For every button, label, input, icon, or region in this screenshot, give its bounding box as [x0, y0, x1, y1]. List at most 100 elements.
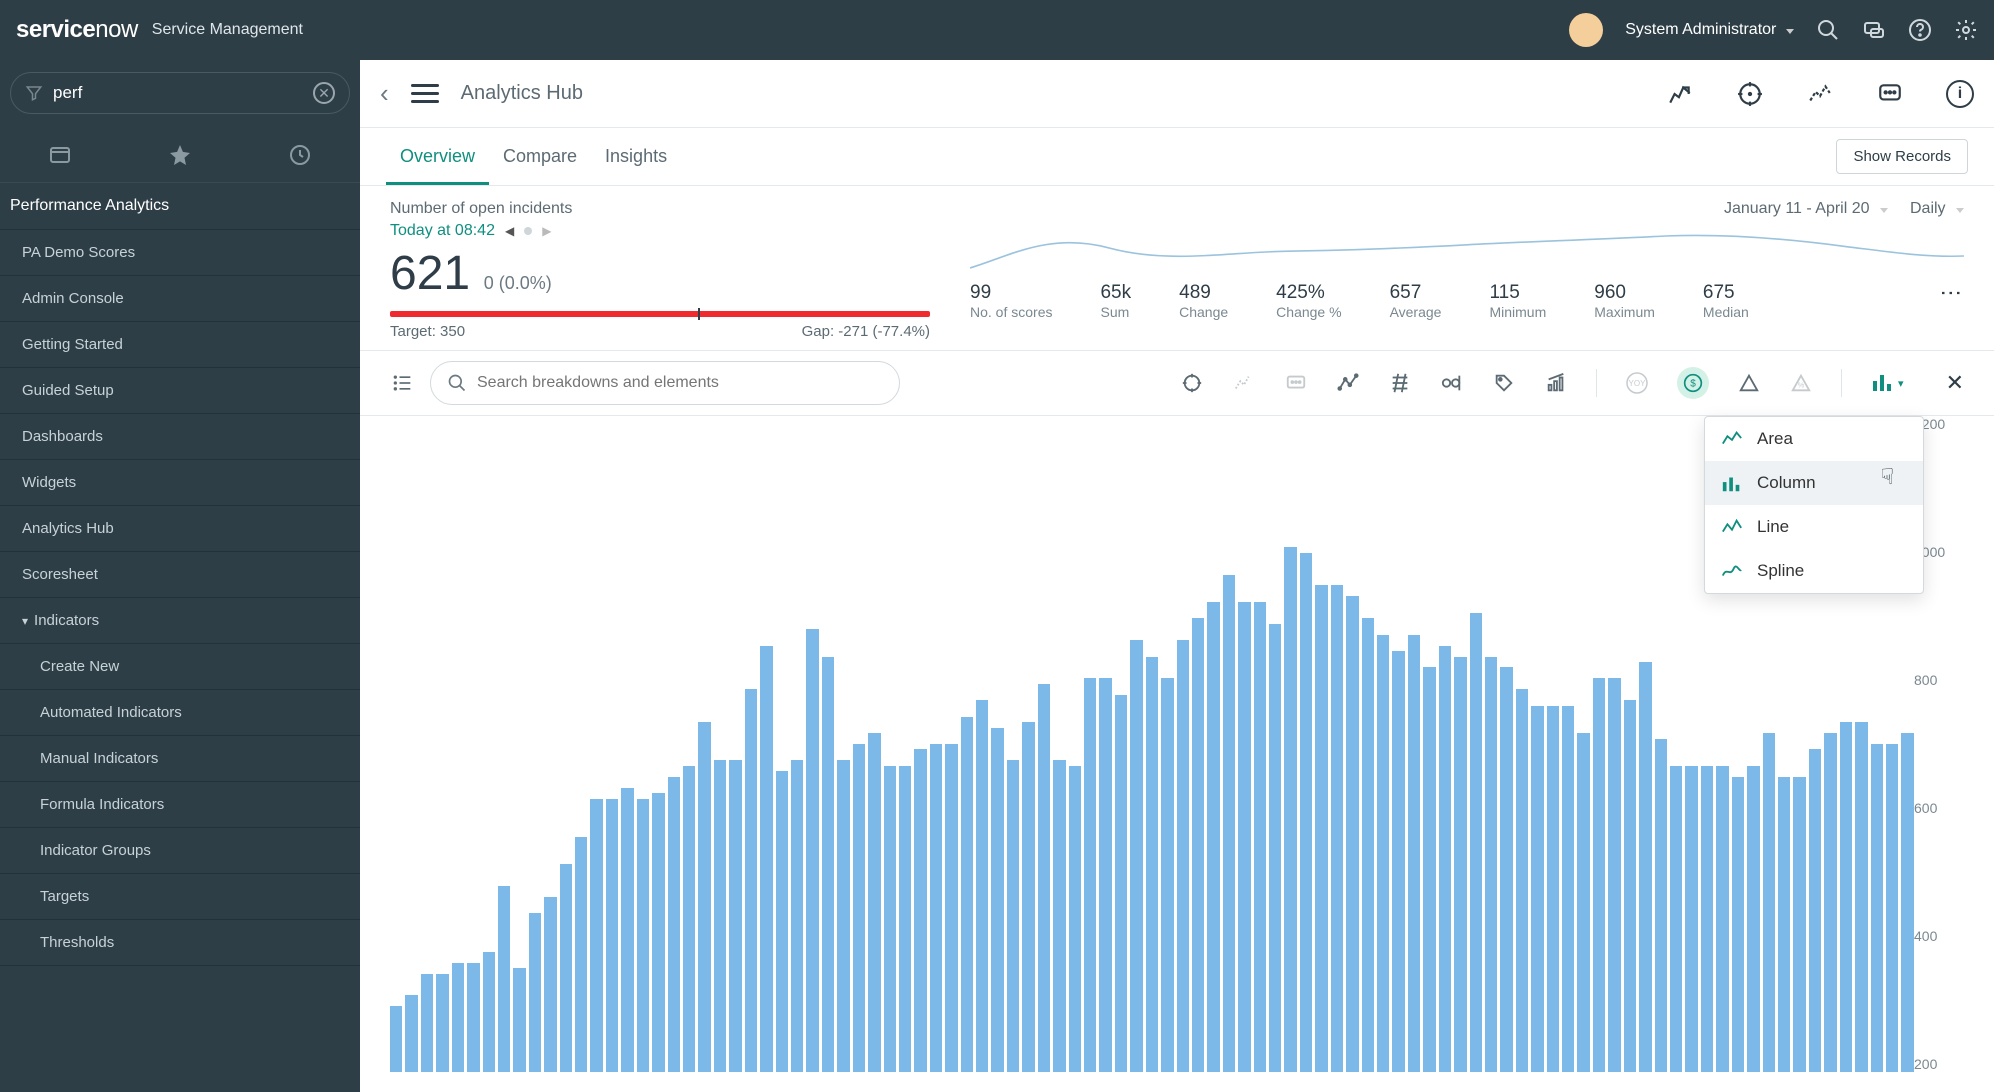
chart-bar[interactable] — [1886, 744, 1898, 1072]
nav-item[interactable]: Indicator Groups — [0, 828, 360, 874]
chart-bar[interactable] — [1284, 547, 1296, 1072]
forecast-icon[interactable] — [1806, 80, 1834, 108]
chart-bar[interactable] — [1531, 706, 1543, 1072]
chart-bar[interactable] — [467, 963, 479, 1072]
chart-bar[interactable] — [837, 760, 849, 1072]
chart-bar[interactable] — [1655, 739, 1667, 1072]
chart-bar[interactable] — [1392, 651, 1404, 1072]
nav-item-indicators[interactable]: Indicators — [0, 598, 360, 644]
chart-bar[interactable] — [945, 744, 957, 1072]
nav-history-icon[interactable] — [287, 142, 313, 168]
chart-bar[interactable] — [729, 760, 741, 1072]
nav-item[interactable]: Dashboards — [0, 414, 360, 460]
chart-bar[interactable] — [1362, 618, 1374, 1072]
chart-type-dropdown[interactable]: ▾ — [1870, 371, 1904, 395]
chart-bar[interactable] — [1254, 602, 1266, 1072]
chart-bar[interactable] — [606, 799, 618, 1072]
chart-bar[interactable] — [1099, 678, 1111, 1072]
chart-bar[interactable] — [930, 744, 942, 1072]
bar-trend-icon[interactable] — [1544, 371, 1568, 395]
nav-item[interactable]: Thresholds — [0, 920, 360, 966]
nav-item[interactable]: Guided Setup — [0, 368, 360, 414]
chart-bar[interactable] — [590, 799, 602, 1072]
chart-bar[interactable] — [714, 760, 726, 1072]
chart-bar[interactable] — [513, 968, 525, 1072]
chart-type-option-line[interactable]: Line — [1705, 505, 1923, 549]
dollar-icon[interactable]: $ — [1677, 367, 1709, 399]
chart-bar[interactable] — [1069, 766, 1081, 1072]
chart-bar[interactable] — [1732, 777, 1744, 1072]
target-toggle-icon[interactable] — [1180, 371, 1204, 395]
chart-bar[interactable] — [1053, 760, 1065, 1072]
chart-bar[interactable] — [1685, 766, 1697, 1072]
chart-bar[interactable] — [544, 897, 556, 1072]
nav-item[interactable]: Manual Indicators — [0, 736, 360, 782]
chart-type-option-column[interactable]: Column — [1705, 461, 1923, 505]
chart-bar[interactable] — [1115, 695, 1127, 1072]
nav-item[interactable]: Getting Started — [0, 322, 360, 368]
granularity-picker[interactable]: Daily — [1910, 200, 1964, 218]
chart-bar[interactable] — [976, 700, 988, 1072]
chart-bar[interactable] — [405, 995, 417, 1072]
breakdown-list-icon[interactable] — [390, 373, 416, 393]
chart-bar[interactable] — [776, 771, 788, 1072]
chart-type-option-spline[interactable]: Spline — [1705, 549, 1923, 593]
chart-bar[interactable] — [914, 749, 926, 1072]
chart-bar[interactable] — [1701, 766, 1713, 1072]
chart-bar[interactable] — [621, 788, 633, 1072]
tab-overview[interactable]: Overview — [386, 128, 489, 185]
chart-bar[interactable] — [1038, 684, 1050, 1072]
chart-bar[interactable] — [1084, 678, 1096, 1072]
breakdown-search-input[interactable] — [477, 374, 883, 392]
chart-bar[interactable] — [1423, 667, 1435, 1072]
chart-bar[interactable] — [1901, 733, 1913, 1072]
chart-bar[interactable] — [652, 793, 664, 1072]
comment-icon[interactable] — [1876, 80, 1904, 108]
chart-bar[interactable] — [1408, 635, 1420, 1072]
nav-filter[interactable]: ✕ — [10, 72, 350, 114]
chart-bar[interactable] — [1809, 749, 1821, 1072]
chart-bar[interactable] — [698, 722, 710, 1072]
chat-icon[interactable] — [1862, 18, 1886, 42]
chart-bar[interactable] — [1639, 662, 1651, 1072]
chart-bar[interactable] — [483, 952, 495, 1072]
chart-bar[interactable] — [1547, 706, 1559, 1072]
chart-type-option-area[interactable]: Area — [1705, 417, 1923, 461]
nav-item[interactable]: Create New — [0, 644, 360, 690]
tab-compare[interactable]: Compare — [489, 128, 591, 185]
chart-bar[interactable] — [1377, 635, 1389, 1072]
compare-toggle-icon[interactable] — [1388, 371, 1412, 395]
show-records-button[interactable]: Show Records — [1836, 139, 1968, 174]
chart-bar[interactable] — [452, 963, 464, 1072]
nav-item[interactable]: Automated Indicators — [0, 690, 360, 736]
chart-bar[interactable] — [1238, 602, 1250, 1072]
nav-tree[interactable]: Performance Analytics PA Demo ScoresAdmi… — [0, 183, 360, 1092]
chart-bar[interactable] — [961, 717, 973, 1072]
trend-toggle-icon[interactable] — [1336, 371, 1360, 395]
forecast-toggle-icon[interactable] — [1232, 371, 1256, 395]
breakdown-search[interactable] — [430, 361, 900, 405]
nav-item[interactable]: Scoresheet — [0, 552, 360, 598]
chart-bar[interactable] — [1269, 624, 1281, 1072]
trend-icon[interactable] — [1666, 80, 1694, 108]
chart-bar[interactable] — [868, 733, 880, 1072]
triangle-percent-icon[interactable]: % — [1789, 371, 1813, 395]
chart-bar[interactable] — [1624, 700, 1636, 1072]
chart-bar[interactable] — [1022, 722, 1034, 1072]
chart-bar[interactable] — [1192, 618, 1204, 1072]
date-range-picker[interactable]: January 11 - April 20 — [1724, 200, 1888, 218]
chart-bar[interactable] — [1300, 553, 1312, 1072]
chart-bar[interactable] — [1716, 766, 1728, 1072]
chart-bar[interactable] — [1562, 706, 1574, 1072]
hamburger-icon[interactable] — [411, 84, 439, 104]
chart-bar[interactable] — [1470, 613, 1482, 1072]
chart-bar[interactable] — [1593, 678, 1605, 1072]
chart-bar[interactable] — [1793, 777, 1805, 1072]
yoy-icon[interactable]: YOY — [1625, 371, 1649, 395]
chart-bar[interactable] — [1608, 678, 1620, 1072]
column-chart[interactable] — [390, 416, 1914, 1072]
target-icon[interactable] — [1736, 80, 1764, 108]
tag-icon[interactable] — [1492, 371, 1516, 395]
chart-bar[interactable] — [760, 646, 772, 1072]
avatar[interactable] — [1569, 13, 1603, 47]
